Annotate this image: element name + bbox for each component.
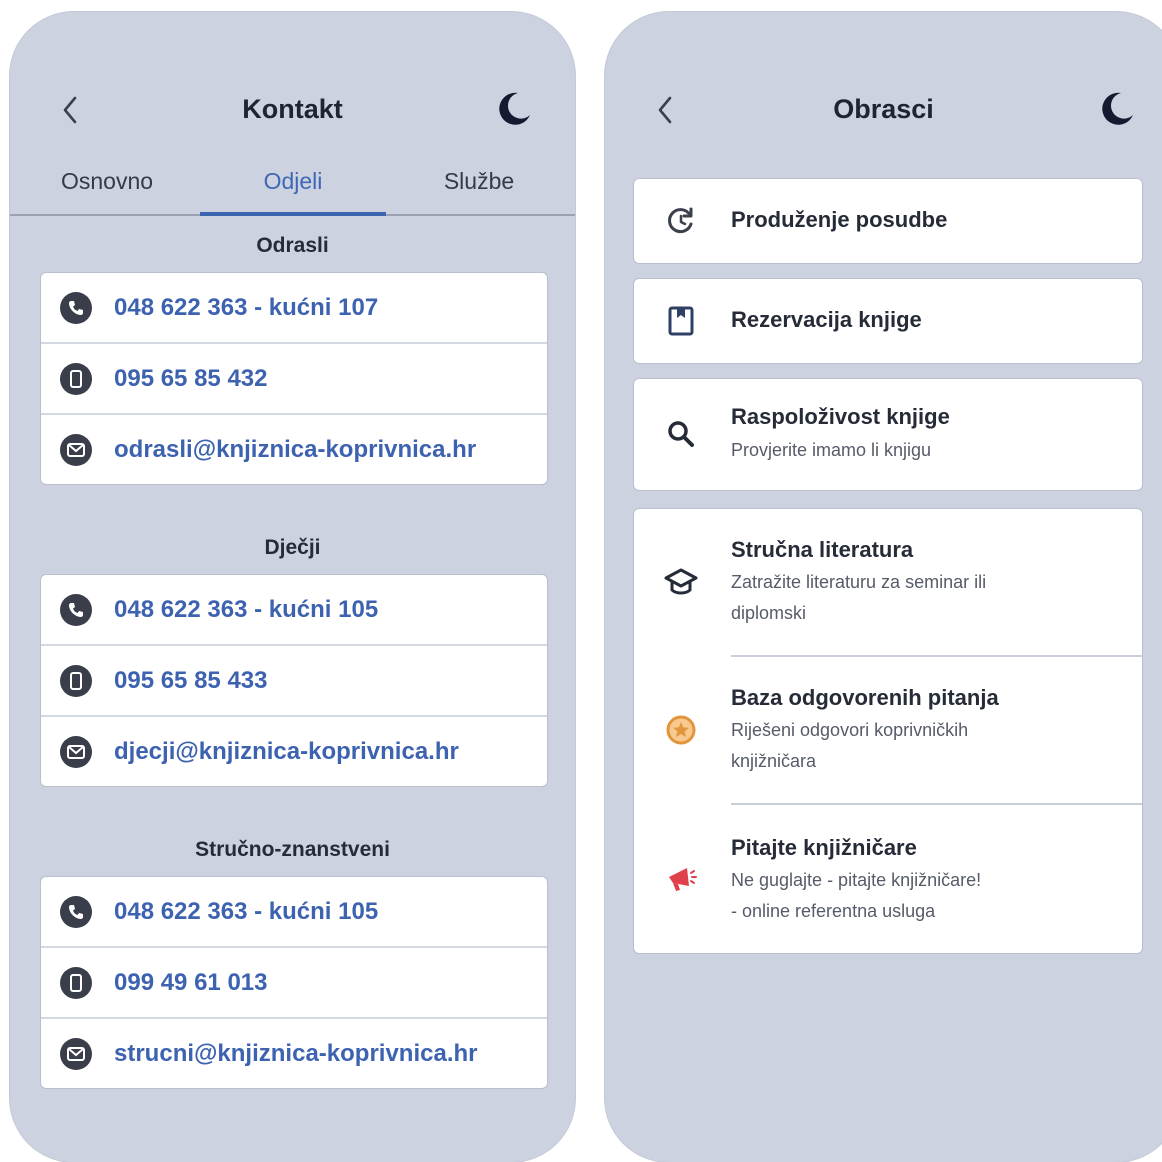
- form-group-card: Stručna literatura Zatražite literaturu …: [633, 508, 1143, 954]
- contact-row-phone[interactable]: 048 622 363 - kućni 107: [41, 273, 547, 344]
- dark-mode-toggle[interactable]: [1094, 86, 1140, 132]
- contact-row-mobile[interactable]: 095 65 85 433: [41, 646, 547, 717]
- contact-mobile-text: 095 65 85 433: [114, 666, 268, 694]
- form-subtitle: Provjerite imamo li knjigu: [731, 440, 932, 460]
- renew-icon: [664, 204, 698, 238]
- contact-email-text: odrasli@knjiznica-koprivnica.hr: [114, 435, 477, 463]
- form-title: Rezervacija knjige: [731, 307, 922, 332]
- contact-mobile-text: 099 49 61 013: [114, 968, 268, 996]
- obrasci-screen: Obrasci Produženje posudbe Rezervacija k…: [605, 12, 1162, 1162]
- book-icon: [664, 304, 698, 338]
- contact-card-odrasli: 048 622 363 - kućni 107 095 65 85 432 od…: [40, 272, 548, 485]
- form-card-produzenje-posudbe[interactable]: Produženje posudbe: [633, 178, 1143, 264]
- form-card-raspolozivost-knjige[interactable]: Raspoloživost knjige Provjerite imamo li…: [633, 378, 1143, 491]
- dark-mode-toggle[interactable]: [491, 86, 537, 132]
- contact-phone-text: 048 622 363 - kućni 105: [114, 595, 379, 623]
- form-subtitle: Ne guglajte - pitajte knjižničare! - onl…: [731, 865, 1091, 927]
- section-title-strucno-znanstveni: Stručno-znanstveni: [195, 838, 390, 861]
- tab-sluzbe[interactable]: Službe: [386, 168, 572, 195]
- contact-row-email[interactable]: djecji@knjiznica-koprivnica.hr: [41, 717, 547, 786]
- form-title: Baza odgovorenih pitanja: [731, 685, 999, 710]
- form-title: Stručna literatura: [731, 537, 914, 562]
- form-card-rezervacija-knjige[interactable]: Rezervacija knjige: [633, 278, 1143, 364]
- mobile-icon: [60, 664, 92, 697]
- mail-icon: [60, 735, 92, 768]
- star-badge-icon: [664, 713, 698, 747]
- form-subtitle-line: knjižničara: [731, 751, 817, 771]
- form-item-pitajte-knjiznicare[interactable]: Pitajte knjižničare Ne guglajte - pitajt…: [634, 805, 1142, 953]
- graduation-cap-icon: [664, 565, 698, 599]
- contact-row-email[interactable]: strucni@knjiznica-koprivnica.hr: [41, 1019, 547, 1088]
- form-subtitle-line: diplomski: [731, 603, 807, 623]
- form-subtitle-line: - online referentna usluga: [731, 901, 936, 921]
- mail-icon: [60, 433, 92, 466]
- obrasci-header: Obrasci: [605, 72, 1162, 144]
- section-title-djecji: Dječji: [264, 536, 321, 559]
- contact-card-djecji: 048 622 363 - kućni 105 095 65 85 433 dj…: [40, 574, 548, 787]
- contact-email-text: djecji@knjiznica-koprivnica.hr: [114, 737, 459, 765]
- form-item-baza-odgovorenih-pitanja[interactable]: Baza odgovorenih pitanja Riješeni odgovo…: [634, 657, 1142, 803]
- moon-icon: [1102, 92, 1133, 125]
- form-subtitle: Zatražite literaturu za seminar ili dipl…: [731, 567, 1091, 629]
- mail-icon: [60, 1037, 92, 1070]
- megaphone-icon: [664, 862, 698, 896]
- contact-row-email[interactable]: odrasli@knjiznica-koprivnica.hr: [41, 415, 547, 484]
- contact-row-phone[interactable]: 048 622 363 - kućni 105: [41, 877, 547, 948]
- phone-icon: [60, 895, 92, 928]
- form-subtitle-line: Ne guglajte - pitajte knjižničare!: [731, 870, 982, 890]
- section-title-odrasli: Odrasli: [256, 234, 329, 257]
- moon-icon: [499, 92, 530, 125]
- contact-phone-text: 048 622 363 - kućni 105: [114, 897, 379, 925]
- active-tab-indicator: [200, 212, 386, 216]
- tab-bar: Osnovno Odjeli Službe: [10, 152, 575, 216]
- form-title: Produženje posudbe: [731, 207, 948, 232]
- kontakt-header: Kontakt: [10, 72, 575, 144]
- search-icon: [664, 417, 698, 451]
- form-title: Raspoloživost knjige: [731, 404, 950, 429]
- form-subtitle-line: Riješeni odgovori koprivničkih: [731, 720, 969, 740]
- contact-mobile-text: 095 65 85 432: [114, 364, 268, 392]
- tab-osnovno[interactable]: Osnovno: [14, 168, 200, 195]
- form-subtitle: Riješeni odgovori koprivničkih knjižniča…: [731, 715, 1091, 777]
- tab-odjeli[interactable]: Odjeli: [200, 168, 386, 195]
- contact-phone-text: 048 622 363 - kućni 107: [114, 293, 379, 321]
- mobile-icon: [60, 966, 92, 999]
- form-subtitle-line: Zatražite literaturu za seminar ili: [731, 572, 987, 592]
- contact-email-text: strucni@knjiznica-koprivnica.hr: [114, 1039, 478, 1067]
- mobile-icon: [60, 362, 92, 395]
- phone-icon: [60, 593, 92, 626]
- page-title: Obrasci: [833, 94, 934, 124]
- form-title: Pitajte knjižničare: [731, 835, 917, 860]
- phone-icon: [60, 291, 92, 324]
- contact-row-phone[interactable]: 048 622 363 - kućni 105: [41, 575, 547, 646]
- contact-card-strucno-znanstveni: 048 622 363 - kućni 105 099 49 61 013 st…: [40, 876, 548, 1089]
- kontakt-screen: Kontakt Osnovno Odjeli Službe Odrasli 04…: [10, 12, 575, 1162]
- contact-row-mobile[interactable]: 099 49 61 013: [41, 948, 547, 1019]
- contact-row-mobile[interactable]: 095 65 85 432: [41, 344, 547, 415]
- form-item-strucna-literatura[interactable]: Stručna literatura Zatražite literaturu …: [634, 509, 1142, 655]
